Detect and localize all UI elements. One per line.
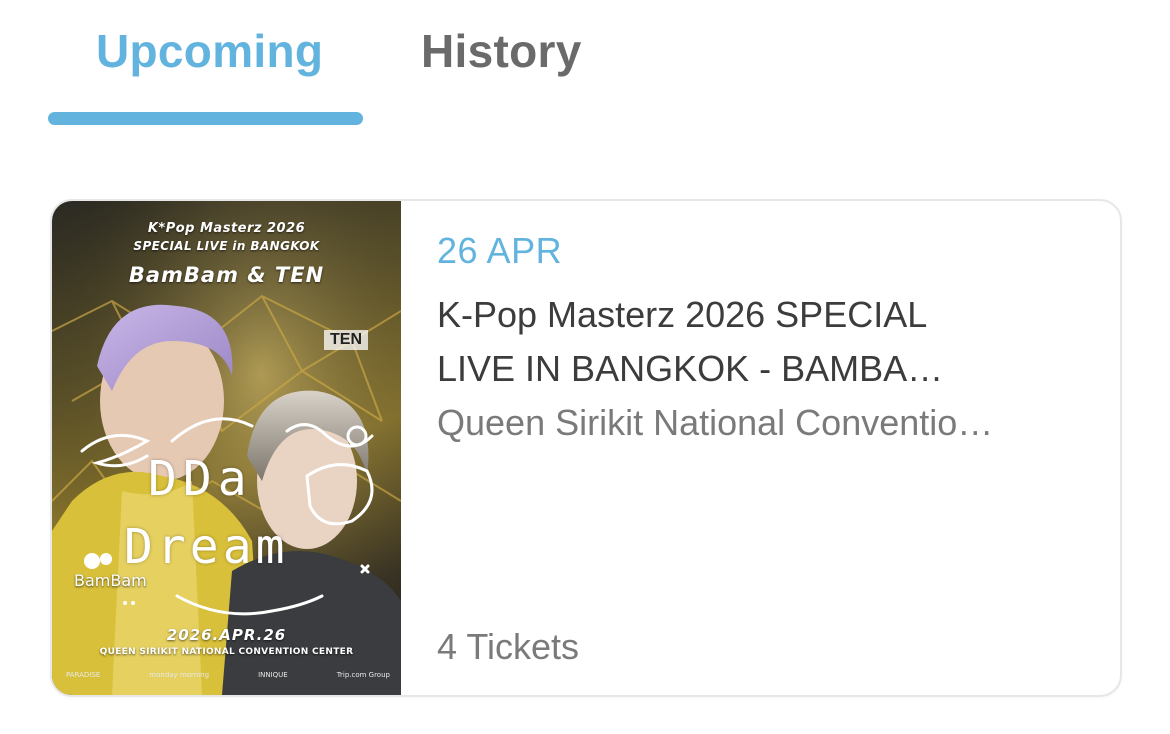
event-title: K-Pop Masterz 2026 SPECIAL LIVE IN BANGK… — [437, 288, 1037, 396]
poster-date: 2026.APR.26 — [166, 626, 287, 644]
event-poster: K*Pop Masterz 2026 SPECIAL LIVE in BANGK… — [52, 201, 401, 695]
active-tab-indicator — [48, 112, 363, 125]
poster-sponsors: PARADISE monday morning INNIQUE Trip.com… — [66, 671, 390, 679]
event-info: 26 APR K-Pop Masterz 2026 SPECIAL LIVE I… — [437, 201, 1097, 695]
event-title-line1: K-Pop Masterz 2026 SPECIAL — [437, 294, 928, 335]
poster-bambam-label: BamBam — [74, 571, 147, 590]
ticket-count: 4 Tickets — [437, 626, 580, 667]
poster-doodle-dda: DDa — [148, 451, 253, 507]
sponsor-logo: PARADISE — [66, 671, 101, 679]
tab-upcoming[interactable]: Upcoming — [96, 24, 323, 78]
event-title-line2: LIVE IN BANGKOK - BAMBA… — [437, 348, 944, 389]
sponsor-logo: Trip.com Group — [336, 671, 390, 679]
poster-title-line2: SPECIAL LIVE in BANGKOK — [133, 239, 320, 253]
poster-ten-label: TEN — [324, 330, 368, 350]
poster-doodle-dream: Dream — [124, 519, 289, 575]
sponsor-logo: monday morning — [149, 671, 210, 679]
poster-artists: BamBam & TEN — [128, 263, 325, 287]
event-card[interactable]: K*Pop Masterz 2026 SPECIAL LIVE in BANGK… — [50, 199, 1122, 697]
event-date: 26 APR — [437, 230, 563, 271]
sponsor-logo: INNIQUE — [258, 671, 288, 679]
poster-venue: QUEEN SIRIKIT NATIONAL CONVENTION CENTER — [99, 647, 354, 657]
tab-bar: Upcoming History — [0, 0, 1170, 130]
poster-title-line1: K*Pop Masterz 2026 — [147, 221, 306, 236]
tab-history[interactable]: History — [421, 24, 582, 78]
event-venue: Queen Sirikit National Conventio… — [437, 402, 994, 443]
